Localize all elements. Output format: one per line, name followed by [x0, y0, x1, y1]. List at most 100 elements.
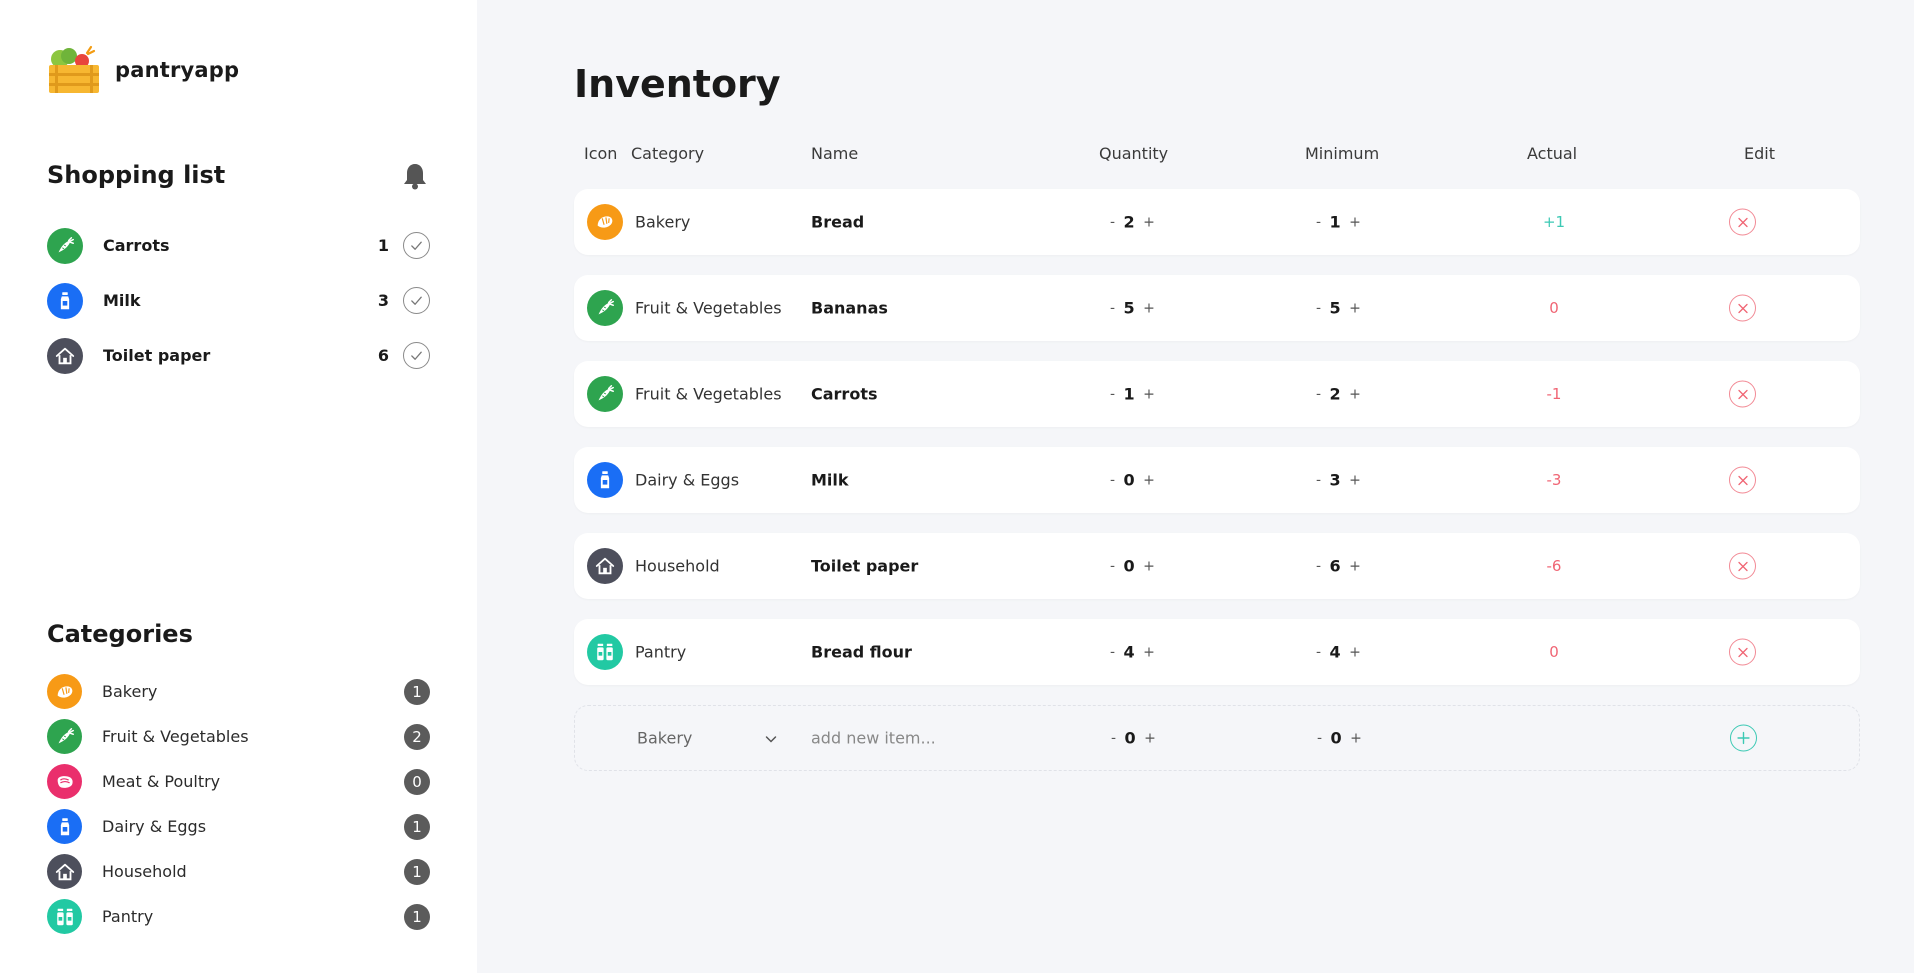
decrement-button[interactable]: -	[1314, 472, 1323, 488]
increment-button[interactable]: +	[1141, 214, 1157, 230]
minimum-value: 6	[1329, 556, 1341, 576]
decrement-button[interactable]: -	[1314, 644, 1323, 660]
column-header-actual: Actual	[1527, 144, 1578, 163]
category-item-household[interactable]: Household 1	[47, 849, 430, 894]
delete-icon[interactable]	[1729, 208, 1756, 236]
inventory-table: Bakery Bread - 2 + - 1 + +1 Fruit & Vege…	[574, 189, 1860, 771]
increment-button[interactable]: +	[1348, 730, 1364, 746]
decrement-button[interactable]: -	[1108, 214, 1117, 230]
shopping-item: Toilet paper 6	[47, 328, 430, 383]
increment-button[interactable]: +	[1141, 644, 1157, 660]
increment-button[interactable]: +	[1347, 386, 1363, 402]
main-content: Inventory Icon Category Name Quantity Mi…	[477, 0, 1914, 973]
minimum-value: 5	[1329, 298, 1341, 318]
category-count-badge: 0	[404, 768, 430, 795]
increment-button[interactable]: +	[1141, 300, 1157, 316]
increment-button[interactable]: +	[1141, 472, 1157, 488]
delete-icon[interactable]	[1729, 466, 1756, 494]
decrement-button[interactable]: -	[1108, 558, 1117, 574]
decrement-button[interactable]: -	[1108, 386, 1117, 402]
category-name: Dairy & Eggs	[102, 817, 207, 836]
decrement-button[interactable]: -	[1314, 214, 1323, 230]
carrot-icon	[47, 719, 82, 754]
decrement-button[interactable]: -	[1314, 300, 1323, 316]
increment-button[interactable]: +	[1347, 558, 1363, 574]
category-count-badge: 1	[404, 678, 430, 705]
row-name: Carrots	[811, 384, 878, 404]
decrement-button[interactable]: -	[1314, 386, 1323, 402]
crate-logo-icon	[47, 45, 101, 95]
shopping-list-title: Shopping list	[47, 161, 226, 189]
category-item-fruit-vegetables[interactable]: Fruit & Vegetables 2	[47, 714, 430, 759]
croissant-icon	[47, 674, 82, 709]
minimum-value: 4	[1329, 642, 1341, 662]
actual-value: -3	[1546, 471, 1562, 489]
croissant-icon	[587, 204, 623, 240]
delete-icon[interactable]	[1729, 294, 1756, 322]
bell-icon[interactable]	[402, 162, 428, 190]
column-header-edit: Edit	[1744, 144, 1775, 163]
category-count-badge: 1	[404, 903, 430, 930]
page-title: Inventory	[574, 62, 781, 106]
quantity-stepper: - 0 +	[1108, 557, 1157, 576]
column-header-minimum: Minimum	[1305, 144, 1380, 163]
row-name: Toilet paper	[811, 556, 919, 576]
delete-icon[interactable]	[1729, 552, 1756, 580]
new-item-category-select[interactable]: Bakery	[637, 729, 777, 748]
decrement-button[interactable]: -	[1108, 644, 1117, 660]
delete-icon[interactable]	[1729, 638, 1756, 666]
decrement-button[interactable]: -	[1108, 472, 1117, 488]
quantity-stepper: - 0 +	[1108, 471, 1157, 490]
row-category: Fruit & Vegetables	[635, 384, 782, 404]
category-name: Household	[102, 862, 187, 881]
table-row: Fruit & Vegetables Carrots - 1 + - 2 + -…	[574, 361, 1860, 427]
category-name: Meat & Poultry	[102, 772, 221, 791]
increment-button[interactable]: +	[1347, 644, 1363, 660]
category-item-bakery[interactable]: Bakery 1	[47, 669, 430, 714]
row-category: Dairy & Eggs	[635, 470, 740, 490]
actual-value: +1	[1542, 213, 1566, 231]
minimum-stepper: - 1 +	[1314, 213, 1363, 232]
carrot-icon	[587, 290, 623, 326]
jars-icon	[587, 634, 623, 670]
category-item-dairy-eggs[interactable]: Dairy & Eggs 1	[47, 804, 430, 849]
increment-button[interactable]: +	[1347, 214, 1363, 230]
milk-icon	[47, 809, 82, 844]
column-header-name: Name	[811, 144, 859, 163]
increment-button[interactable]: +	[1141, 558, 1157, 574]
row-name: Bread	[811, 212, 865, 232]
actual-value: 0	[1549, 299, 1559, 317]
new-item-name-input[interactable]	[811, 728, 1031, 748]
decrement-button[interactable]: -	[1314, 558, 1323, 574]
category-item-meat-poultry[interactable]: Meat & Poultry 0	[47, 759, 430, 804]
quantity-stepper: - 1 +	[1108, 385, 1157, 404]
milk-icon	[47, 282, 83, 319]
delete-icon[interactable]	[1729, 380, 1756, 408]
increment-button[interactable]: +	[1347, 300, 1363, 316]
table-row: Household Toilet paper - 0 + - 6 + -6	[574, 533, 1860, 599]
decrement-button[interactable]: -	[1108, 300, 1117, 316]
shopping-item-name: Carrots	[103, 236, 170, 255]
column-header-icon: Icon	[584, 144, 618, 163]
decrement-button[interactable]: -	[1109, 730, 1118, 746]
minimum-value: 2	[1329, 384, 1341, 404]
brand[interactable]: pantryapp	[47, 45, 239, 95]
increment-button[interactable]: +	[1347, 472, 1363, 488]
decrement-button[interactable]: -	[1315, 730, 1324, 746]
shopping-item-qty: 1	[377, 236, 389, 255]
check-icon[interactable]	[403, 287, 430, 314]
carrot-icon	[47, 227, 83, 264]
check-icon[interactable]	[403, 232, 430, 259]
category-item-pantry[interactable]: Pantry 1	[47, 894, 430, 939]
increment-button[interactable]: +	[1142, 730, 1158, 746]
row-category: Pantry	[635, 642, 687, 662]
minimum-stepper: - 5 +	[1314, 299, 1363, 318]
add-item-icon[interactable]	[1730, 724, 1757, 752]
check-icon[interactable]	[403, 342, 430, 369]
quantity-value: 0	[1124, 728, 1136, 748]
increment-button[interactable]: +	[1141, 386, 1157, 402]
quantity-value: 5	[1123, 298, 1135, 318]
shopping-item-qty: 3	[377, 291, 389, 310]
new-minimum-stepper: - 0 +	[1315, 729, 1364, 748]
actual-value: -6	[1546, 557, 1562, 575]
